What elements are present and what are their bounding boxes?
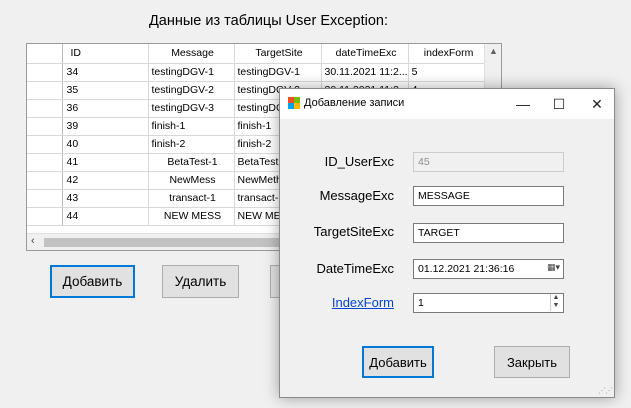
cell-id[interactable]: 35 bbox=[62, 81, 149, 100]
id-label: ID_UserExc bbox=[324, 154, 394, 169]
cell-message[interactable]: testingDGV-3 bbox=[148, 99, 235, 118]
cell-id[interactable]: 36 bbox=[62, 99, 149, 118]
datetime-value: 01.12.2021 21:36:16 bbox=[418, 263, 515, 275]
row-header[interactable] bbox=[27, 81, 63, 100]
dialog-close-button[interactable]: Закрыть bbox=[494, 346, 570, 378]
row-header[interactable] bbox=[27, 171, 63, 190]
indexform-value: 1 bbox=[418, 297, 424, 309]
cell-targetsite[interactable]: testingDGV-1 bbox=[234, 63, 322, 82]
cell-id[interactable]: 41 bbox=[62, 153, 149, 172]
scroll-up-icon[interactable]: ▲ bbox=[485, 46, 501, 56]
column-header-targetsite[interactable]: TargetSite bbox=[234, 44, 322, 64]
cell-message[interactable]: testingDGV-1 bbox=[148, 63, 235, 82]
cell-message[interactable]: finish-1 bbox=[148, 117, 235, 136]
row-header-corner bbox=[27, 44, 63, 64]
targetsite-label: TargetSiteExc bbox=[313, 224, 394, 239]
horizontal-scroll-thumb[interactable] bbox=[44, 238, 294, 247]
cell-indexform[interactable]: 5 bbox=[408, 63, 487, 82]
column-header-message[interactable]: Message bbox=[148, 44, 235, 64]
cell-id[interactable]: 40 bbox=[62, 135, 149, 154]
row-header[interactable] bbox=[27, 207, 63, 226]
dialog-title: Добавление записи bbox=[304, 97, 405, 109]
cell-message[interactable]: testingDGV-2 bbox=[148, 81, 235, 100]
cell-id[interactable]: 42 bbox=[62, 171, 149, 190]
column-header-id[interactable]: ID bbox=[62, 44, 149, 64]
table-row[interactable]: 34 testingDGV-1 testingDGV-1 30.11.2021 … bbox=[27, 63, 487, 82]
cell-message[interactable]: transact-1 bbox=[148, 189, 235, 208]
cell-id[interactable]: 39 bbox=[62, 117, 149, 136]
scroll-left-icon[interactable]: ‹ bbox=[31, 235, 35, 247]
app-icon bbox=[288, 97, 300, 109]
targetsite-field[interactable]: TARGET bbox=[413, 223, 564, 243]
resize-grip-icon[interactable]: ⋰⋰ bbox=[598, 386, 613, 395]
grid-header-row: ID Message TargetSite dateTimeExc indexF… bbox=[27, 44, 487, 64]
cell-datetime[interactable]: 30.11.2021 11:2... bbox=[321, 63, 409, 82]
datetime-label: DateTimeExc bbox=[316, 261, 394, 276]
cell-id[interactable]: 34 bbox=[62, 63, 149, 82]
dialog-add-button[interactable]: Добавить bbox=[362, 346, 434, 378]
delete-button[interactable]: Удалить bbox=[162, 265, 239, 298]
row-header[interactable] bbox=[27, 153, 63, 172]
message-label: MessageExc bbox=[319, 188, 394, 203]
dialog-titlebar[interactable]: Добавление записи — ☐ ✕ bbox=[280, 89, 614, 119]
message-field[interactable]: MESSAGE bbox=[413, 186, 564, 206]
add-button[interactable]: Добавить bbox=[50, 265, 135, 298]
cell-message[interactable]: BetaTest-1 bbox=[148, 153, 235, 172]
spin-updown-icon[interactable]: ▲ ▼ bbox=[550, 294, 561, 311]
cell-message[interactable]: NEW MESS bbox=[148, 207, 235, 226]
row-header[interactable] bbox=[27, 99, 63, 118]
row-header[interactable] bbox=[27, 135, 63, 154]
cell-id[interactable]: 44 bbox=[62, 207, 149, 226]
cell-message[interactable]: finish-2 bbox=[148, 135, 235, 154]
row-header[interactable] bbox=[27, 63, 63, 82]
cell-id[interactable]: 43 bbox=[62, 189, 149, 208]
indexform-link[interactable]: IndexForm bbox=[284, 295, 394, 310]
id-field: 45 bbox=[413, 152, 564, 172]
row-header[interactable] bbox=[27, 117, 63, 136]
column-header-indexform[interactable]: indexForm bbox=[408, 44, 487, 64]
add-record-dialog: Добавление записи — ☐ ✕ ID_UserExc 45 Me… bbox=[279, 88, 615, 398]
close-icon[interactable]: ✕ bbox=[574, 89, 620, 119]
indexform-stepper[interactable]: 1 ▲ ▼ bbox=[413, 293, 564, 313]
column-header-datetimeexc[interactable]: dateTimeExc bbox=[321, 44, 409, 64]
page-title: Данные из таблицы User Exception: bbox=[148, 13, 389, 29]
calendar-dropdown-icon[interactable]: ▦▾ bbox=[547, 262, 560, 273]
cell-message[interactable]: NewMess bbox=[148, 171, 235, 190]
datetime-picker[interactable]: 01.12.2021 21:36:16 ▦▾ bbox=[413, 259, 564, 279]
row-header[interactable] bbox=[27, 189, 63, 208]
